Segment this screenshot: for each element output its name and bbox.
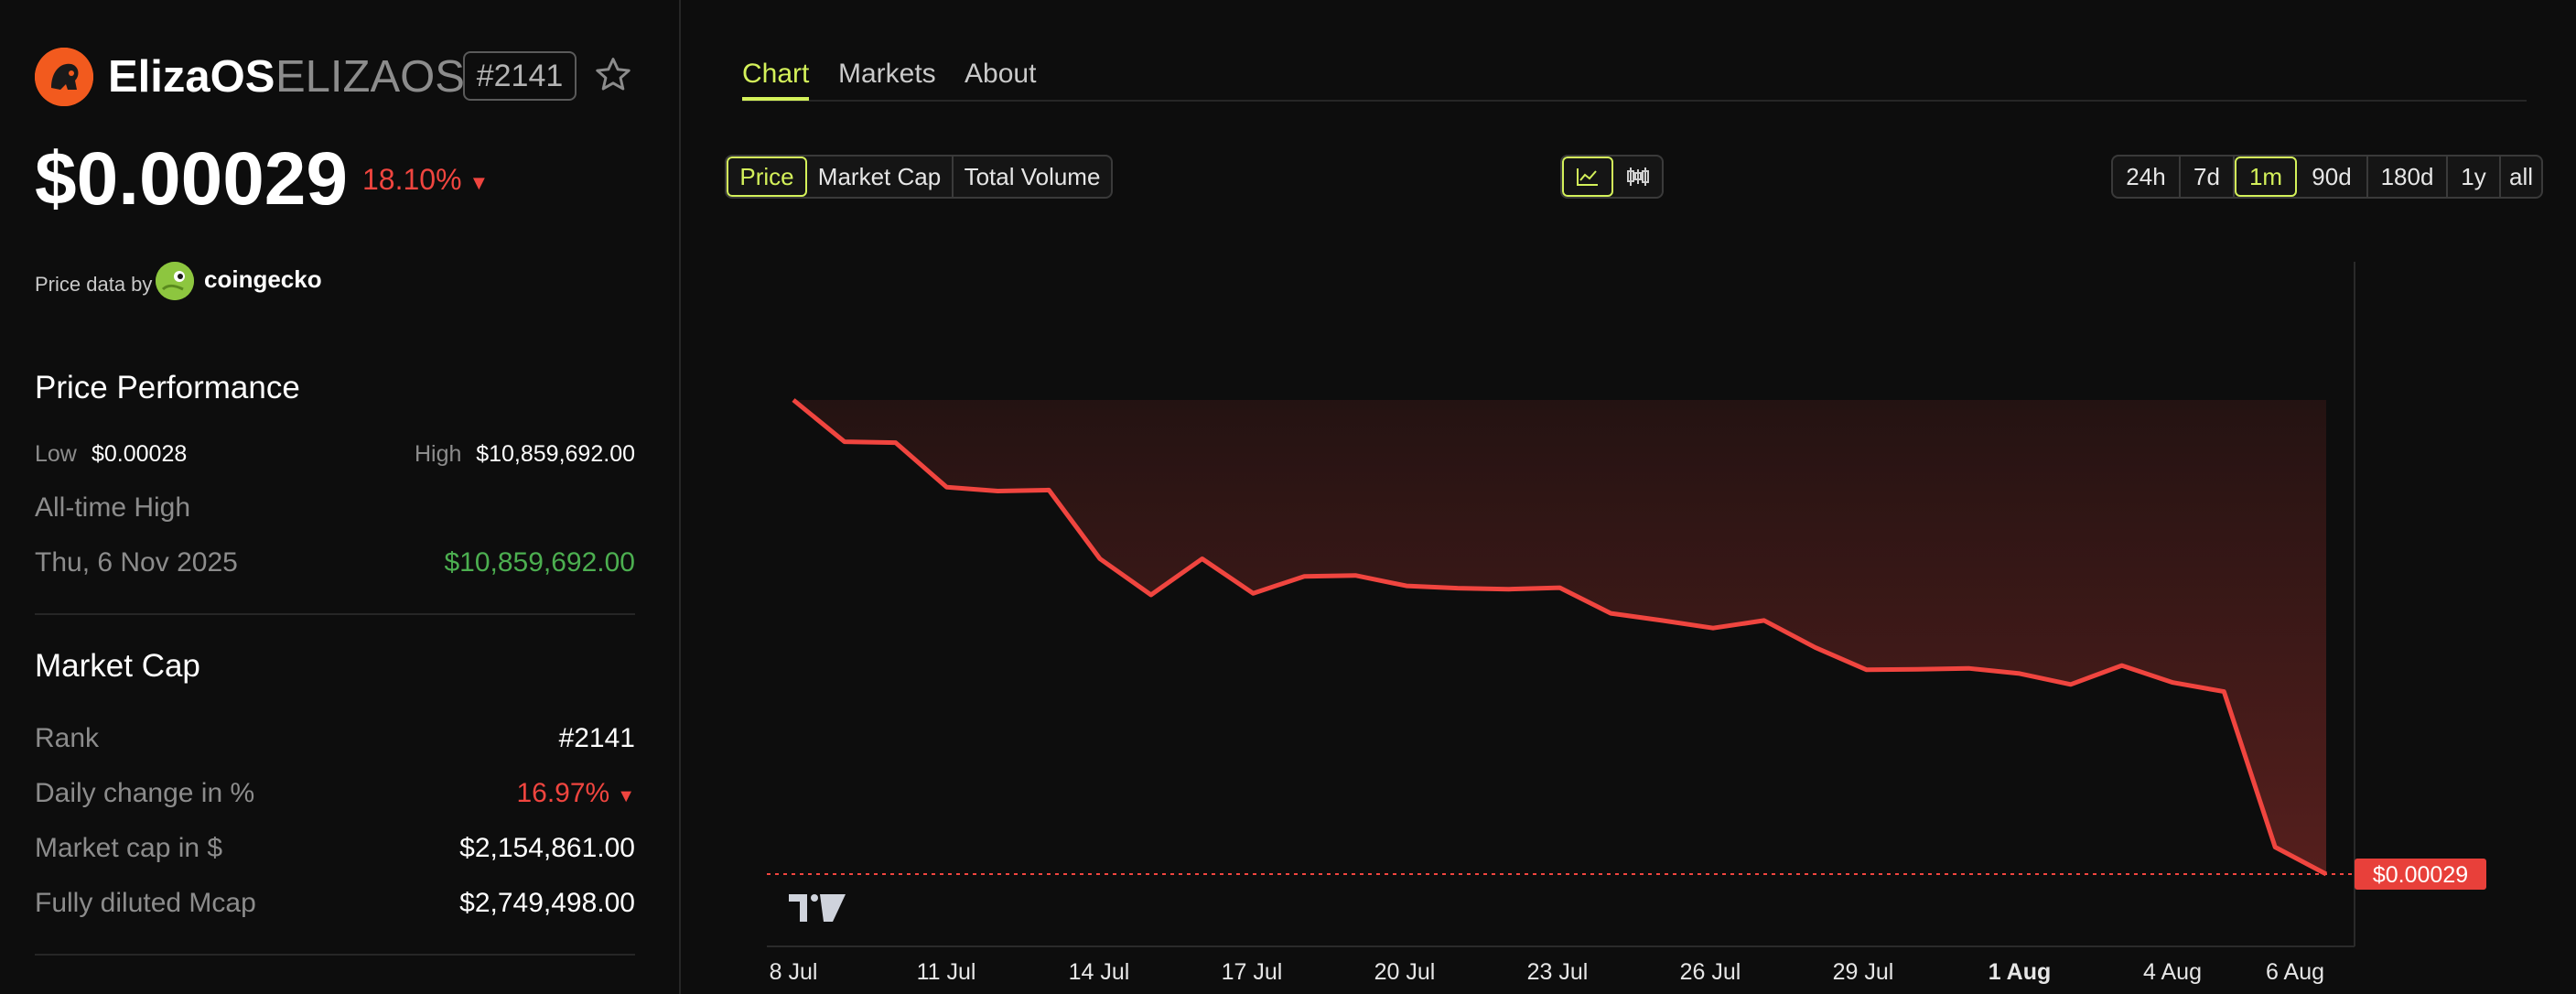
x-tick-label: 20 Jul bbox=[1374, 959, 1436, 985]
last-price-label: $0.00029 bbox=[2373, 862, 2468, 888]
x-tick-label: 6 Aug bbox=[2266, 959, 2324, 985]
x-tick-label: 23 Jul bbox=[1527, 959, 1589, 985]
price-area-fill bbox=[793, 400, 2326, 874]
x-tick-label: 26 Jul bbox=[1680, 959, 1741, 985]
x-tick-label: 11 Jul bbox=[917, 959, 976, 985]
last-price-tag: $0.00029 bbox=[2355, 859, 2486, 890]
tradingview-logo-icon bbox=[789, 894, 846, 922]
x-tick-label: 8 Jul bbox=[770, 959, 818, 985]
x-tick-label: 1 Aug bbox=[1989, 959, 2052, 985]
x-tick-label: 4 Aug bbox=[2143, 959, 2202, 985]
x-tick-label: 29 Jul bbox=[1833, 959, 1894, 985]
price-chart[interactable]: $0.00029 8 Jul 11 Jul 14 Jul 17 Jul 20 Jul 23… bbox=[0, 0, 2576, 994]
x-tick-label: 14 Jul bbox=[1069, 959, 1130, 985]
x-tick-label: 17 Jul bbox=[1222, 959, 1283, 985]
